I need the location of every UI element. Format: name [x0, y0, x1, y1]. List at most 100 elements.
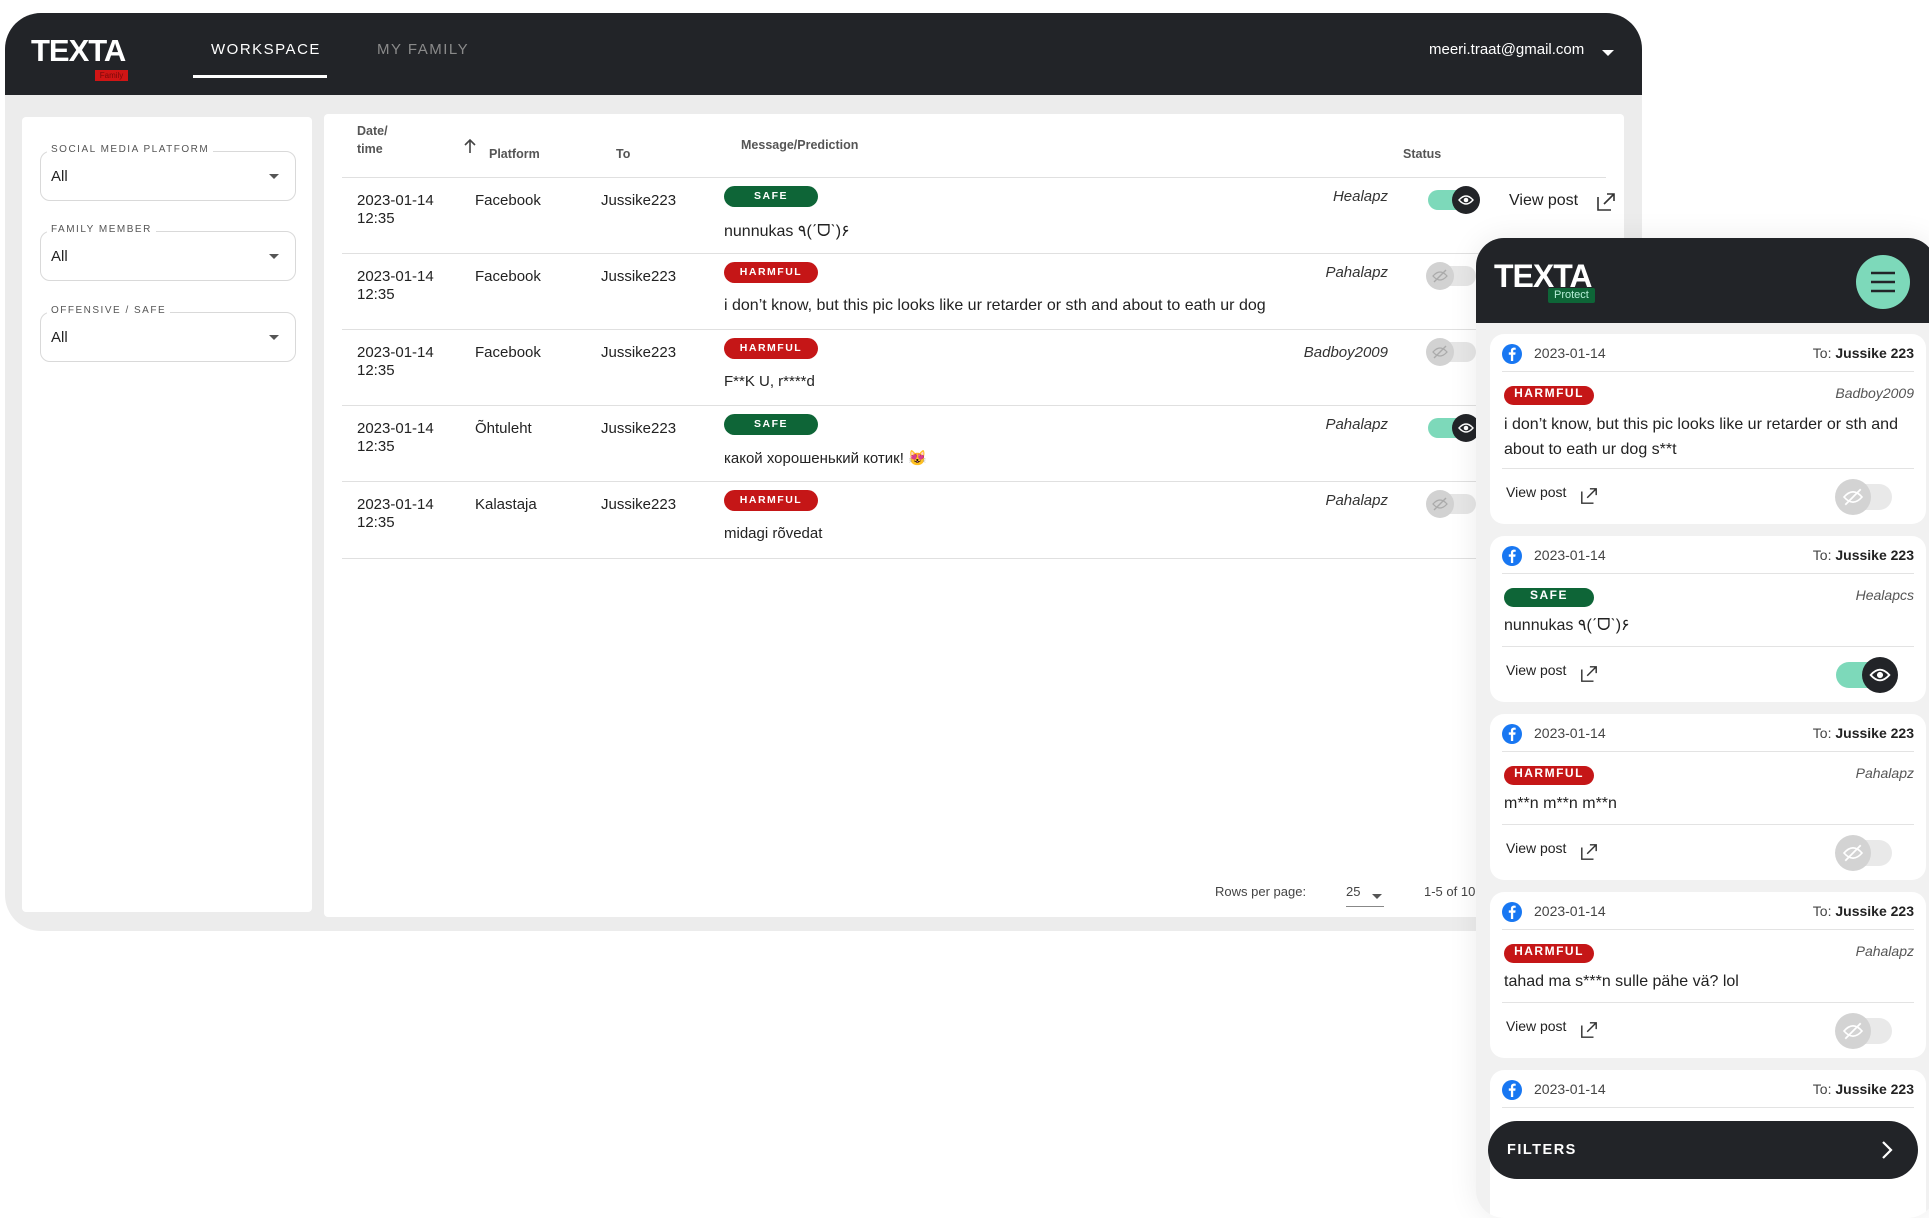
date-cell: 2023-01-14 12:35 [357, 496, 434, 532]
platform-cell: Facebook [475, 268, 541, 285]
to-value: Jussike 223 [1835, 903, 1914, 919]
time-value: 12:35 [357, 362, 395, 379]
prediction-badge: SAFE [1504, 588, 1594, 607]
tab-workspace[interactable]: WORKSPACE [211, 41, 321, 58]
divider [1502, 1002, 1914, 1003]
divider [1502, 751, 1914, 752]
field-label: SOCIAL MEDIA PLATFORM [47, 144, 214, 155]
column-header-message[interactable]: Message/Prediction [741, 138, 858, 152]
external-link-icon[interactable] [1580, 1021, 1598, 1039]
table-row: 2023-01-14 12:35 Facebook Jussike223 HARM… [342, 253, 1606, 330]
external-link-icon[interactable] [1580, 487, 1598, 505]
prediction-badge: HARMFUL [724, 490, 818, 511]
column-header-status[interactable]: Status [1403, 147, 1441, 161]
view-post-link[interactable]: View post [1506, 1018, 1566, 1034]
prediction-badge: HARMFUL [724, 338, 818, 359]
rows-per-page-select[interactable]: 25 [1346, 884, 1360, 899]
date-cell: 2023-01-14 12:35 [357, 420, 434, 456]
to-cell: Jussike223 [601, 496, 677, 513]
to-cell: Jussike223 [601, 192, 677, 209]
divider [1502, 824, 1914, 825]
status-toggle[interactable] [1836, 657, 1898, 693]
prediction-badge: SAFE [724, 414, 818, 435]
arrow-up-icon[interactable] [463, 138, 477, 154]
message-text: nunnukas ٩(ˊᗜˋ)۶ [1504, 617, 1630, 634]
hamburger-menu-icon[interactable] [1856, 255, 1910, 309]
to-cell: Jussike223 [601, 268, 677, 285]
date-value: 2023-01-14 [357, 192, 434, 209]
field-value: All [51, 168, 68, 185]
date-cell: 2023-01-14 12:35 [357, 344, 434, 380]
message-text: какой хорошенький котик! 😻 [724, 450, 927, 467]
divider [1502, 468, 1914, 469]
status-toggle[interactable] [1426, 338, 1476, 366]
column-header-platform[interactable]: Platform [489, 147, 540, 161]
platform-cell: Facebook [475, 192, 541, 209]
prediction-badge: SAFE [724, 186, 818, 207]
to-label: To: [1812, 345, 1832, 361]
filters-button[interactable]: FILTERS [1488, 1121, 1918, 1179]
eye-off-icon [1835, 1013, 1871, 1049]
prediction-badge: HARMFUL [1504, 386, 1594, 405]
view-post-link[interactable]: View post [1506, 840, 1566, 856]
message-card: 2023-01-14 To: Jussike 223 SAFE Healapcs… [1490, 536, 1926, 702]
card-recipient: To: Jussike 223 [1813, 547, 1914, 563]
social-media-platform-select[interactable]: SOCIAL MEDIA PLATFORM All [40, 144, 296, 201]
status-toggle[interactable] [1835, 1013, 1892, 1049]
view-post-link[interactable]: View post [1509, 192, 1578, 210]
message-text: midagi rõvedat [724, 525, 823, 542]
status-toggle[interactable] [1835, 835, 1892, 871]
external-link-icon[interactable] [1580, 843, 1598, 861]
external-link-icon[interactable] [1596, 192, 1616, 212]
view-post-link[interactable]: View post [1506, 662, 1566, 678]
chevron-down-icon[interactable] [1602, 50, 1614, 56]
eye-off-icon [1835, 835, 1871, 871]
status-toggle[interactable] [1426, 262, 1476, 290]
status-toggle[interactable] [1835, 479, 1892, 515]
view-post-link[interactable]: View post [1506, 484, 1566, 500]
facebook-icon [1502, 344, 1522, 364]
active-tab-indicator [193, 75, 327, 78]
card-recipient: To: Jussike 223 [1813, 903, 1914, 919]
status-toggle[interactable] [1428, 414, 1480, 442]
chevron-down-icon[interactable] [1372, 894, 1382, 899]
message-text: F**K U, r****d [724, 373, 815, 390]
to-cell: Jussike223 [601, 344, 677, 361]
message-text: i don’t know, but this pic looks like ur… [724, 297, 1266, 314]
pagination-range: 1-5 of 10 [1424, 884, 1476, 899]
to-value: Jussike 223 [1835, 345, 1914, 361]
eye-icon [1862, 657, 1898, 693]
user-account-menu[interactable]: meeri.traat@gmail.com [1429, 41, 1584, 58]
messages-table: Date/ time Platform To Message/Predictio… [324, 114, 1624, 917]
eye-off-icon [1426, 490, 1454, 518]
texta-logo[interactable]: TEXTA Family [31, 35, 129, 81]
author-name: Healapcs [1855, 587, 1914, 603]
logo-badge: Family [94, 70, 129, 81]
time-value: 12:35 [357, 438, 395, 455]
select-underline [1346, 906, 1384, 907]
to-cell: Jussike223 [601, 420, 677, 437]
facebook-icon [1502, 546, 1522, 566]
field-value: All [51, 329, 68, 346]
family-member-select[interactable]: FAMILY MEMBER All [40, 224, 296, 281]
author-name: Pahalapz [1325, 416, 1388, 433]
to-value: Jussike 223 [1835, 725, 1914, 741]
date-value: 2023-01-14 [357, 344, 434, 361]
time-value: 12:35 [357, 286, 395, 303]
author-name: Pahalapz [1855, 943, 1914, 959]
tab-my-family[interactable]: MY FAMILY [377, 41, 469, 58]
offensive-safe-select[interactable]: OFFENSIVE / SAFE All [40, 305, 296, 362]
header-time-label: time [357, 142, 383, 156]
table-row: 2023-01-14 12:35 Facebook Jussike223 SAFE… [342, 177, 1615, 254]
external-link-icon[interactable] [1580, 665, 1598, 683]
column-header-datetime[interactable]: Date/ time [357, 122, 476, 158]
status-toggle[interactable] [1428, 186, 1480, 214]
rows-per-page-label: Rows per page: [1215, 884, 1307, 899]
column-header-to[interactable]: To [616, 147, 630, 161]
card-recipient: To: Jussike 223 [1813, 725, 1914, 741]
status-toggle[interactable] [1426, 490, 1476, 518]
time-value: 12:35 [357, 514, 395, 531]
time-value: 12:35 [357, 210, 395, 227]
message-card: 2023-01-14 To: Jussike 223 HARMFUL Badbo… [1490, 334, 1926, 524]
mobile-header: TEXTA Protect [1476, 238, 1929, 323]
